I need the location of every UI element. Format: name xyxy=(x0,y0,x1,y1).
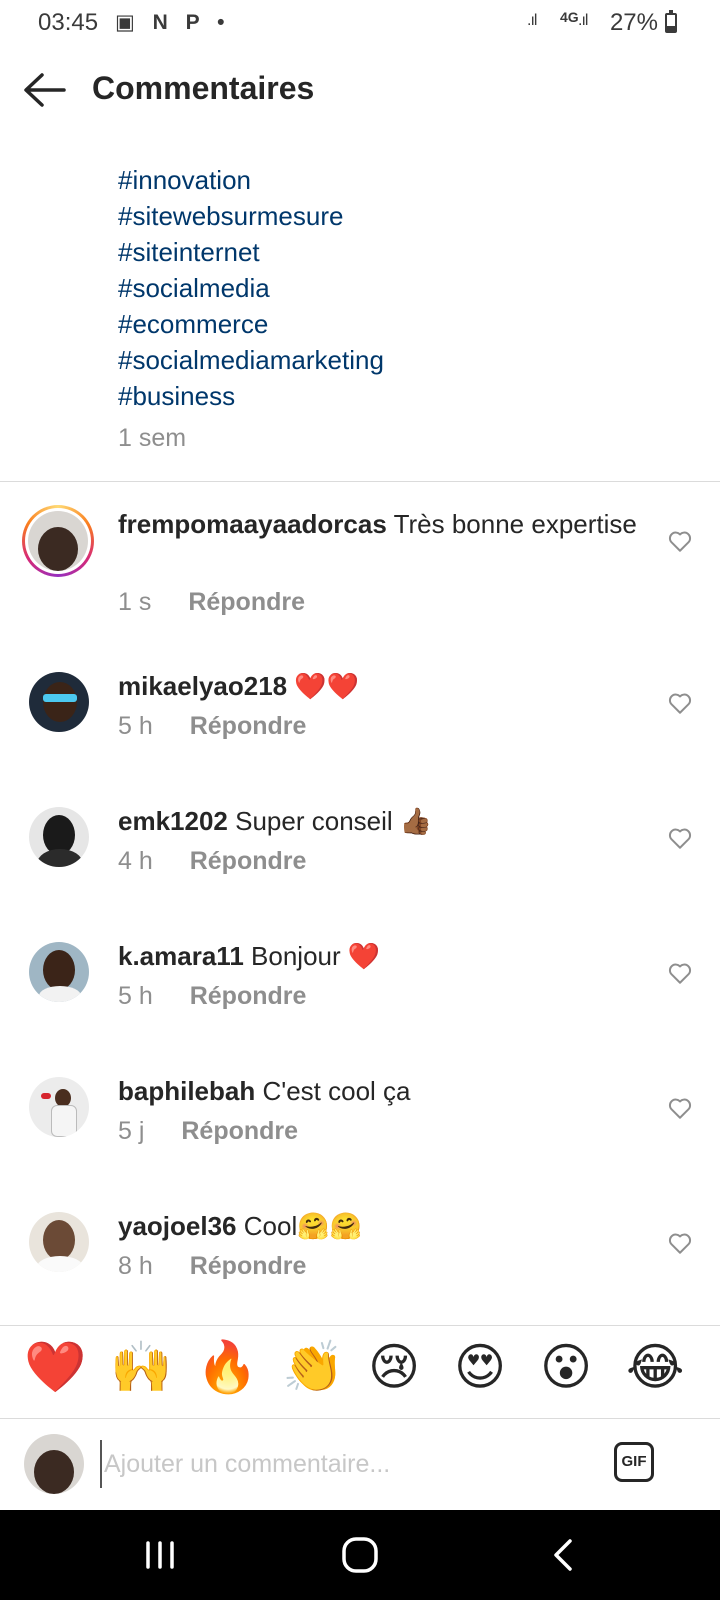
reply-button[interactable]: Répondre xyxy=(190,847,307,875)
battery-icon xyxy=(665,10,677,33)
emoji-clap-button[interactable]: 👏 xyxy=(282,1337,344,1397)
emoji-fire-button[interactable]: 🔥 xyxy=(196,1337,258,1397)
comment-text: Très bonne expertise xyxy=(393,509,637,539)
recent-apps-icon[interactable] xyxy=(135,1535,185,1575)
comment-time: 8 h xyxy=(118,1252,153,1280)
comment-input[interactable] xyxy=(100,1440,586,1488)
hashtag-link[interactable]: #sitewebsurmesure xyxy=(118,198,384,234)
comment-time: 5 h xyxy=(118,982,153,1010)
emoji-heart-button[interactable]: ❤️ xyxy=(24,1337,86,1397)
reply-button[interactable]: Répondre xyxy=(188,588,305,616)
comment-meta: 8 h Répondre xyxy=(118,1252,306,1281)
comment-time: 5 h xyxy=(118,712,153,740)
signal-icon: .ıl xyxy=(578,12,589,29)
arrow-left-icon xyxy=(24,73,66,107)
avatar[interactable] xyxy=(28,511,88,571)
gif-button[interactable]: GIF xyxy=(614,1442,654,1482)
status-bar: 03:45 ▣ N P • .ıl 4G .ıl 27% xyxy=(0,0,720,46)
back-button[interactable] xyxy=(20,70,70,110)
hashtag-link[interactable]: #business xyxy=(118,378,384,414)
comment-username[interactable]: frempomaayaadorcas xyxy=(118,509,387,539)
comment-username[interactable]: yaojoel36 xyxy=(118,1211,237,1241)
comment-meta: 5 j Répondre xyxy=(118,1117,298,1146)
caption-timestamp: 1 sem xyxy=(118,424,187,452)
heart-icon[interactable] xyxy=(667,960,693,986)
comment-body: emk1202 Super conseil 👍🏾 xyxy=(118,803,648,839)
reply-button[interactable]: Répondre xyxy=(190,982,307,1010)
back-nav-icon[interactable] xyxy=(540,1535,590,1575)
reply-button[interactable]: Répondre xyxy=(181,1117,298,1145)
comment-text: Bonjour ❤️ xyxy=(251,941,381,971)
avatar xyxy=(24,1434,84,1494)
status-time: 03:45 xyxy=(38,9,99,36)
post-caption: #innovation #sitewebsurmesure #siteinter… xyxy=(118,162,384,453)
comment-meta: 1 s Répondre xyxy=(118,588,305,617)
hashtag-link[interactable]: #socialmediamarketing xyxy=(118,342,384,378)
signal-icon: .ıl xyxy=(527,12,538,29)
reply-button[interactable]: Répondre xyxy=(190,712,307,740)
avatar[interactable] xyxy=(29,942,89,1002)
comment-time: 4 h xyxy=(118,847,153,875)
emoji-crying-button[interactable]: 😢 xyxy=(368,1337,420,1397)
comment-username[interactable]: emk1202 xyxy=(118,806,228,836)
comment-body: frempomaayaadorcas Très bonne expertise xyxy=(118,506,648,542)
battery-percent: 27% xyxy=(609,9,658,36)
hashtag-link[interactable]: #innovation xyxy=(118,162,384,198)
comment-body: yaojoel36 Cool🤗🤗 xyxy=(118,1208,648,1244)
emoji-raising-hands-button[interactable]: 🙌 xyxy=(110,1337,172,1397)
comment-body: baphilebah C'est cool ça xyxy=(118,1073,648,1109)
heart-icon[interactable] xyxy=(667,1095,693,1121)
emoji-reaction-bar: ❤️ 🙌 🔥 👏 😢 😍 😮 😂 xyxy=(0,1322,720,1412)
emoji-laughing-button[interactable]: 😂 xyxy=(626,1337,684,1397)
comment-time: 1 s xyxy=(118,588,152,616)
comment-composer: GIF xyxy=(0,1422,720,1506)
divider xyxy=(0,481,720,482)
header: Commentaires xyxy=(0,58,720,122)
heart-icon[interactable] xyxy=(667,690,693,716)
avatar[interactable] xyxy=(29,1077,89,1137)
comment-username[interactable]: k.amara11 xyxy=(118,941,244,971)
avatar[interactable] xyxy=(29,1212,89,1272)
divider xyxy=(0,1418,720,1419)
system-nav-bar xyxy=(0,1510,720,1600)
emoji-surprised-button[interactable]: 😮 xyxy=(540,1337,592,1397)
comment-body: k.amara11 Bonjour ❤️ xyxy=(118,938,648,974)
comment-time: 5 j xyxy=(118,1117,145,1145)
comment-text: ❤️❤️ xyxy=(294,671,360,701)
hashtag-link[interactable]: #ecommerce xyxy=(118,306,384,342)
avatar[interactable] xyxy=(29,672,89,732)
comment-text: Super conseil 👍🏾 xyxy=(235,806,433,836)
heart-icon[interactable] xyxy=(667,825,693,851)
heart-icon[interactable] xyxy=(667,528,693,554)
comment-meta: 5 h Répondre xyxy=(118,982,306,1011)
reply-button[interactable]: Répondre xyxy=(190,1252,307,1280)
network-type: 4G xyxy=(560,9,579,25)
story-ring[interactable] xyxy=(22,505,94,577)
comment-body: mikaelyao218 ❤️❤️ xyxy=(118,668,648,704)
comment-text: Cool🤗🤗 xyxy=(243,1211,362,1241)
home-icon[interactable] xyxy=(335,1535,385,1575)
comment-username[interactable]: mikaelyao218 xyxy=(118,671,287,701)
page-title: Commentaires xyxy=(92,70,315,106)
hashtag-link[interactable]: #socialmedia xyxy=(118,270,384,306)
comment-username[interactable]: baphilebah xyxy=(118,1076,255,1106)
heart-icon[interactable] xyxy=(667,1230,693,1256)
notification-icons: ▣ N P • xyxy=(115,11,231,34)
hashtag-link[interactable]: #siteinternet xyxy=(118,234,384,270)
emoji-heart-eyes-button[interactable]: 😍 xyxy=(454,1337,506,1397)
avatar[interactable] xyxy=(29,807,89,867)
comment-text: C'est cool ça xyxy=(262,1076,411,1106)
comment-meta: 5 h Répondre xyxy=(118,712,306,741)
comment-meta: 4 h Répondre xyxy=(118,847,306,876)
